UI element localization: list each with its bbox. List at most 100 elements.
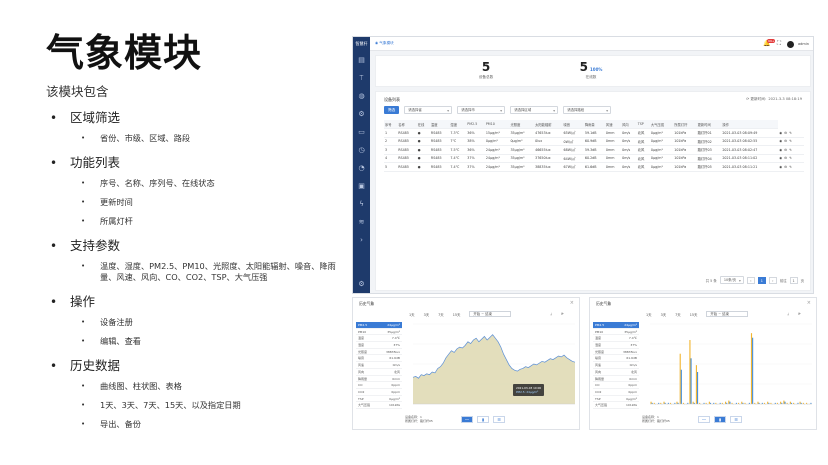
gear-icon[interactable]: ⚙: [353, 105, 370, 123]
province-select[interactable]: 请选择省: [404, 106, 453, 114]
table-row[interactable]: 1 RS485 ● RS485 7.3℃ 36% 15μg/m³ 35μg/m³ 47653lu…: [384, 128, 804, 138]
table-view-button[interactable]: ☰: [493, 416, 505, 423]
road-select[interactable]: 请选择路段: [563, 106, 612, 114]
refresh-icon[interactable]: ⟳: [798, 312, 801, 316]
layers-icon[interactable]: ≋: [353, 213, 370, 231]
tab-15d[interactable]: 15天: [690, 312, 698, 317]
list-item[interactable]: 大气压强 101kPa: [356, 402, 402, 409]
param-name: 湿度: [358, 343, 365, 348]
bar: [729, 401, 731, 404]
updated-time[interactable]: ⟳ 更新时间：2021-3-3 08:18:19: [746, 97, 802, 102]
list-item[interactable]: 风向 北风: [356, 369, 402, 376]
date-range-input[interactable]: 开始 ~ 结束: [706, 311, 749, 317]
pie-chart-icon[interactable]: ◔: [353, 159, 370, 177]
list-item[interactable]: TSP 0μg/m³: [356, 396, 402, 403]
download-icon[interactable]: ⤓: [787, 312, 789, 316]
row-actions: ◉⚙✎: [778, 145, 804, 155]
tab-7d[interactable]: 7天: [438, 312, 444, 317]
fullscreen-icon[interactable]: ⛶: [775, 40, 783, 48]
page-button[interactable]: 1: [757, 276, 766, 284]
user-name[interactable]: admin: [798, 42, 809, 46]
bar-chart-button[interactable]: ▮: [714, 416, 726, 423]
list-item[interactable]: TSP 0μg/m³: [593, 396, 639, 403]
edit-icon[interactable]: ✎: [789, 131, 794, 135]
list-item[interactable]: 降雨量 0mm: [356, 376, 402, 383]
avatar[interactable]: [787, 40, 795, 48]
tab-1d[interactable]: 1天: [646, 312, 652, 317]
tab-15d[interactable]: 15天: [453, 312, 461, 317]
list-item[interactable]: PM2.5 24μg/m³: [593, 322, 639, 329]
table-cell: 0mm: [604, 145, 622, 155]
list-item[interactable]: 风速 0m/s: [593, 362, 639, 369]
clock-icon[interactable]: ◷: [353, 141, 370, 159]
list-item[interactable]: CO 0ppm: [356, 382, 402, 389]
tab-7d[interactable]: 7天: [675, 312, 681, 317]
list-item[interactable]: PM10 35μg/m³: [593, 329, 639, 336]
edit-icon[interactable]: ✎: [789, 148, 794, 152]
list-item[interactable]: 噪音 61.6dB: [356, 355, 402, 363]
table-row[interactable]: 3 RS485 ● RS485 7.5℃ 36% 24μg/m³ 35μg/m³ 46655lu…: [384, 145, 804, 155]
tab-1d[interactable]: 1天: [409, 312, 415, 317]
list-item[interactable]: CO2 0ppm: [593, 389, 639, 396]
table-row[interactable]: 4 RS485 ● RS485 7.4℃ 37% 24μg/m³ 35μg/m³ 37650lu…: [384, 154, 804, 163]
city-select[interactable]: 请选择市: [457, 106, 506, 114]
lightning-icon[interactable]: ϟ: [353, 195, 370, 213]
list-item[interactable]: 温度 7.4℃: [356, 335, 402, 343]
download-icon[interactable]: ⤓: [550, 312, 552, 316]
list-item[interactable]: 光照度 38835lux: [356, 349, 402, 356]
filter-button[interactable]: 筛选: [384, 106, 400, 114]
column-header: 降雨量: [583, 120, 605, 129]
settings-icon[interactable]: ⚙: [353, 275, 370, 293]
list-item[interactable]: 风速 0m/s: [356, 362, 402, 369]
bullet-icon: •: [50, 295, 58, 309]
tab-3d[interactable]: 3天: [424, 312, 430, 317]
page-size-select[interactable]: 10条/页: [719, 276, 744, 284]
edit-icon[interactable]: ✎: [789, 156, 794, 160]
tab-3d[interactable]: 3天: [661, 312, 667, 317]
lamp-pole-icon[interactable]: ⟙: [353, 69, 370, 87]
table-row[interactable]: 5 RS485 ● RS485 7.4℃ 37% 24μg/m³ 35μg/m³ 38835lu…: [384, 162, 804, 172]
camera-icon[interactable]: ▣: [353, 177, 370, 195]
stat-total: 5 设备总数: [456, 56, 516, 88]
list-item[interactable]: CO 0ppm: [593, 382, 639, 389]
close-icon[interactable]: ×: [807, 300, 811, 306]
next-page-button[interactable]: ›: [768, 276, 777, 284]
bell-icon[interactable]: 🔔 99+: [763, 39, 776, 48]
chevron-right-icon[interactable]: ›: [353, 231, 370, 249]
table-cell: 0W/㎡: [562, 137, 584, 146]
refresh-icon[interactable]: ⟳: [561, 312, 564, 316]
globe-icon[interactable]: ◍: [353, 87, 370, 105]
edit-icon[interactable]: ✎: [789, 139, 794, 143]
param-name: CO2: [358, 389, 365, 394]
list-item[interactable]: 光照度 38835lux: [593, 349, 639, 356]
monitor-icon[interactable]: ▭: [353, 123, 370, 141]
list-item[interactable]: 湿度 37%: [593, 342, 639, 349]
date-range-input[interactable]: 开始 ~ 结束: [469, 311, 512, 317]
prev-page-button[interactable]: ‹: [746, 276, 755, 284]
list-item[interactable]: 风向 北风: [593, 369, 639, 376]
list-item[interactable]: 大气压强 101kPa: [593, 402, 639, 409]
table-view-button[interactable]: ☰: [730, 416, 742, 423]
table-cell: RS485: [429, 128, 450, 138]
close-icon[interactable]: ×: [570, 300, 574, 306]
edit-icon[interactable]: ✎: [789, 165, 794, 169]
app-brand[interactable]: 智慧杆: [353, 37, 370, 51]
list-item[interactable]: PM10 35μg/m³: [356, 329, 402, 336]
line-chart-button[interactable]: 〰: [461, 416, 473, 423]
table-cell: 3: [384, 145, 398, 155]
list-item[interactable]: 湿度 37%: [356, 342, 402, 349]
list-item[interactable]: 噪音 61.6dB: [593, 355, 639, 363]
table-cell: 0m/s: [621, 128, 637, 138]
table-cell: 24μg/m³: [484, 162, 510, 172]
list-item[interactable]: PM2.5 24μg/m³: [356, 322, 402, 329]
breadcrumb[interactable]: ◉ 气象模块: [375, 41, 394, 46]
table-row[interactable]: 2 RS485 ● RS485 7℃ 38% 0μg/m³ 0μg/m³ 0lux 0W/㎡ 60.…: [384, 137, 804, 146]
document-icon[interactable]: ▤: [353, 51, 370, 69]
area-select[interactable]: 请选择区域: [510, 106, 559, 114]
line-chart-button[interactable]: 〰: [698, 416, 710, 423]
list-item[interactable]: 降雨量 0mm: [593, 376, 639, 383]
goto-input[interactable]: 1: [789, 276, 798, 284]
list-item[interactable]: 温度 7.4℃: [593, 335, 639, 343]
bar-chart-button[interactable]: ▮: [477, 416, 489, 423]
list-item[interactable]: CO2 0ppm: [356, 389, 402, 396]
